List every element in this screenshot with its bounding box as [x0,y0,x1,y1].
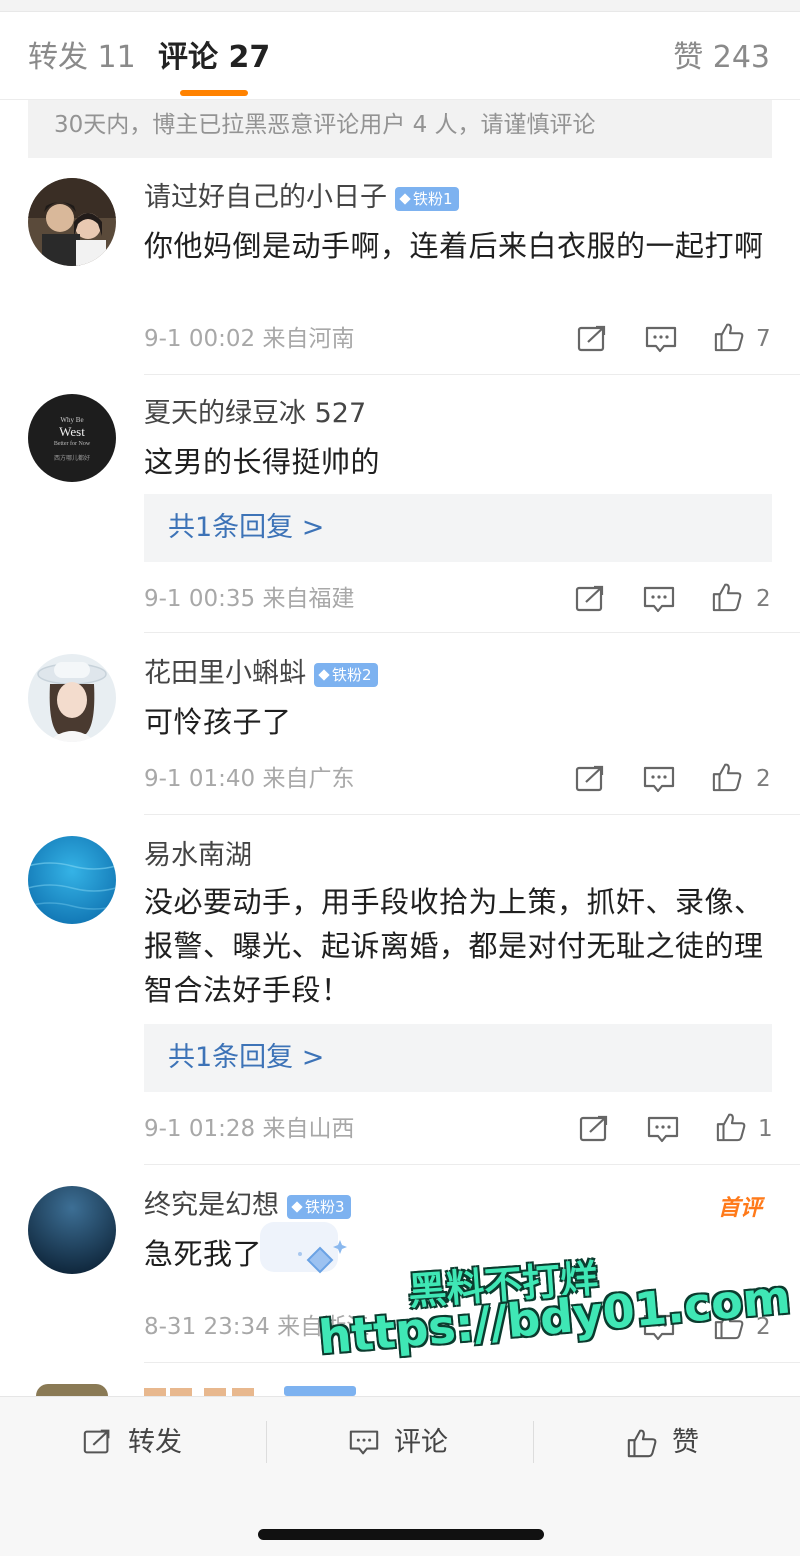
avatar-text: Better for Now [54,440,91,447]
username-text[interactable]: 夏天的绿豆冰 527 [144,398,366,429]
avatar[interactable]: Why Be West Better for Now 西方哪儿都好 [28,394,116,482]
fan-badge: 铁粉2 [314,662,378,687]
like-count: 1 [758,1116,773,1142]
tab-bar: 转发 11 评论 27 赞 243 [0,12,800,100]
username-text[interactable]: 请过好自己的小日子 [144,182,387,213]
diamond-icon [399,192,411,205]
comment-meta: 9-1 00:02 来自河南 [144,326,355,352]
tab-likes[interactable]: 赞 243 [673,38,770,78]
first-comment-tag: 首评 [717,1196,762,1221]
fan-badge: 铁粉3 [287,1194,351,1219]
username[interactable]: 终究是幻想 铁粉3 [144,1188,351,1224]
like-count: 7 [756,326,771,352]
comment-icon[interactable] [642,764,676,794]
comment-icon [349,1430,379,1455]
avatar[interactable] [28,178,116,266]
avatar-text: 西方哪儿都好 [54,454,90,462]
like-count: 2 [756,766,771,792]
username[interactable]: 花田里小蝌蚪 铁粉2 [144,656,378,692]
comment-icon[interactable] [644,324,678,354]
partial-username [144,1386,356,1396]
blacklist-notice: 30天内，博主已拉黑恶意评论用户 4 人，请谨慎评论 [28,100,772,158]
active-tab-indicator [180,90,248,96]
username-text[interactable]: 花田里小蝌蚪 [144,658,306,689]
like-button[interactable]: 赞 [626,1423,716,1463]
repost-icon[interactable] [578,1114,612,1144]
comment-text: 这男的长得挺帅的 [144,445,381,479]
comment-meta: 9-1 01:40 来自广东 [144,766,355,792]
like-icon[interactable] [710,762,744,792]
like-count: 2 [756,586,771,612]
diamond-icon [291,1200,303,1213]
fan-badge-label: 铁粉1 [413,189,453,208]
comment-meta: 9-1 01:28 来自山西 [144,1116,355,1142]
divider [266,1421,267,1463]
username-text[interactable]: 终究是幻想 [144,1190,279,1221]
avatar[interactable] [28,836,116,924]
partial-avatar [36,1384,108,1396]
like-icon[interactable] [710,582,744,612]
repost-icon[interactable] [574,764,608,794]
home-indicator[interactable] [258,1529,544,1540]
username[interactable]: 夏天的绿豆冰 527 [144,396,366,432]
divider [144,1164,800,1165]
username[interactable]: 请过好自己的小日子 铁粉1 [144,180,459,216]
comment-meta: 9-1 00:35 来自福建 [144,586,355,612]
comment-text: 你他妈倒是动手啊，连着后来白衣服的一起打啊 [144,229,764,263]
repost-label: 转发 [128,1427,182,1458]
comment-label: 评论 [394,1427,448,1458]
like-icon[interactable] [712,322,746,352]
comment-icon[interactable] [646,1114,680,1144]
like-icon[interactable] [714,1112,748,1142]
reply-thread[interactable]: 共1条回复 > [144,1024,772,1092]
username-text[interactable]: 易水南湖 [144,840,252,871]
like-label: 赞 [672,1427,699,1458]
divider [144,632,800,633]
avatar[interactable] [28,654,116,742]
avatar[interactable] [28,1186,116,1274]
comment-icon[interactable] [642,584,676,614]
username[interactable]: 易水南湖 [144,838,252,874]
fan-badge-label: 铁粉3 [305,1197,345,1216]
reply-count-link[interactable]: 共1条回复 > [168,510,324,546]
comment-text: 可怜孩子了 [144,705,292,739]
divider [144,374,800,375]
like-icon [627,1429,657,1458]
avatar-text: West [59,424,85,439]
comment-button[interactable]: 评论 [348,1423,458,1463]
comment-text: 没必要动手，用手段收拾为上策，抓奸、录像、报警、曝光、起诉离婚，都是对付无耻之徒… [144,885,764,1007]
tab-comments[interactable]: 评论 27 [158,38,270,78]
repost-icon[interactable] [576,324,610,354]
repost-button[interactable]: 转发 [82,1423,192,1463]
avatar-text: Why Be [60,416,83,424]
top-strip [0,0,800,12]
repost-icon[interactable] [574,584,608,614]
divider [533,1421,534,1463]
divider [144,1362,800,1363]
tab-repost[interactable]: 转发 11 [28,38,136,78]
reply-thread[interactable]: 共1条回复 > [144,494,772,562]
fan-badge-label: 铁粉2 [332,665,372,684]
notice-text: 30天内，博主已拉黑恶意评论用户 4 人，请谨慎评论 [54,112,596,138]
repost-icon [83,1429,110,1454]
reply-count-link[interactable]: 共1条回复 > [168,1040,324,1076]
diamond-icon [318,668,330,681]
fan-badge: 铁粉1 [395,186,459,211]
divider [144,814,800,815]
